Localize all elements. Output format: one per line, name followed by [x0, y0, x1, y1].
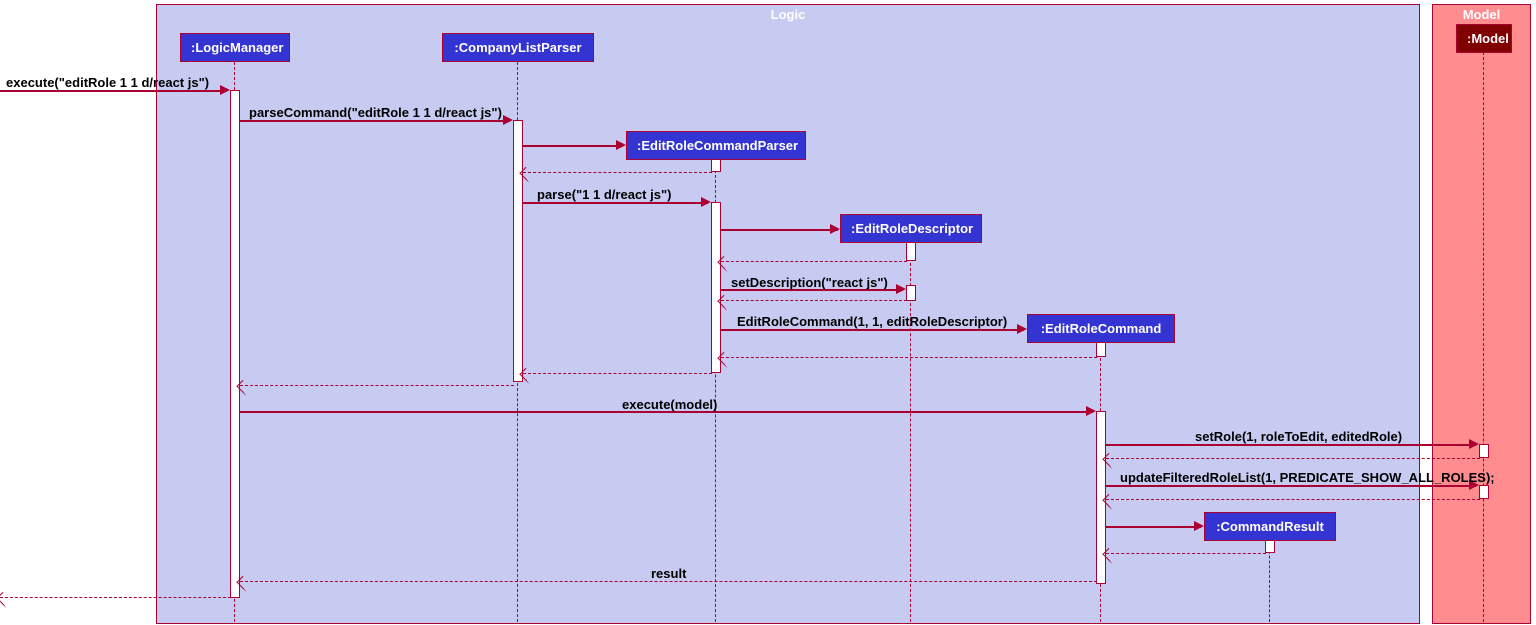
logic-frame-label: Logic — [157, 7, 1419, 22]
activation-logic-manager — [230, 90, 240, 598]
arrow-parse-return — [523, 373, 712, 374]
arrow-m8-return — [1106, 499, 1480, 500]
arrow-create-descriptor-return — [721, 261, 907, 262]
arrowhead-m5 — [1017, 324, 1027, 334]
arrowhead-create-result — [1194, 521, 1204, 531]
arrow-create-parser-return — [523, 172, 712, 173]
participant-edit-role-descriptor: :EditRoleDescriptor — [840, 214, 982, 243]
arrow-m7 — [1106, 444, 1476, 446]
msg-parse-command: parseCommand("editRole 1 1 d/react js") — [249, 105, 502, 120]
arrow-final-return — [0, 597, 231, 598]
model-frame-label: Model — [1433, 7, 1530, 22]
arrowhead-m3 — [701, 197, 711, 207]
arrow-create-descriptor — [721, 229, 838, 231]
msg-set-description: setDescription("react js") — [731, 275, 888, 290]
msg-update-filtered: updateFilteredRoleList(1, PREDICATE_SHOW… — [1120, 470, 1495, 485]
arrow-m9 — [240, 581, 1097, 582]
model-frame: Model — [1432, 4, 1531, 624]
arrow-m1 — [0, 90, 225, 92]
activation-edit-role-command-parser-2 — [711, 202, 721, 373]
msg-execute-model: execute(model) — [622, 397, 717, 412]
arrow-create-parser — [523, 145, 623, 147]
participant-edit-role-command: :EditRoleCommand — [1027, 314, 1175, 343]
msg-execute-1: execute("editRole 1 1 d/react js") — [6, 75, 209, 90]
arrow-create-result-return — [1106, 553, 1266, 554]
participant-model: :Model — [1456, 24, 1512, 53]
activation-model-1 — [1479, 444, 1489, 458]
arrow-parsecommand-return — [240, 385, 514, 386]
participant-company-list-parser: :CompanyListParser — [442, 33, 594, 62]
arrow-m4-return — [721, 300, 907, 301]
msg-parse: parse("1 1 d/react js") — [537, 187, 671, 202]
lifeline-command-result — [1269, 541, 1270, 622]
msg-result: result — [651, 566, 686, 581]
lifeline-model — [1483, 52, 1484, 622]
arrow-m7-return — [1106, 458, 1480, 459]
arrow-m5-return — [721, 357, 1097, 358]
participant-command-result: :CommandResult — [1204, 512, 1336, 541]
activation-edit-role-descriptor-2 — [906, 285, 916, 301]
arrowhead-m6 — [1086, 406, 1096, 416]
msg-edit-role-command: EditRoleCommand(1, 1, editRoleDescriptor… — [737, 314, 1007, 329]
msg-set-role: setRole(1, roleToEdit, editedRole) — [1195, 429, 1402, 444]
activation-company-list-parser — [513, 120, 523, 382]
arrowhead-m1 — [220, 85, 230, 95]
arrowhead-final-return — [0, 592, 13, 608]
arrow-m3 — [523, 202, 708, 204]
arrow-m8 — [1106, 485, 1476, 487]
activation-model-2 — [1479, 485, 1489, 499]
arrowhead-create-parser — [616, 140, 626, 150]
arrow-m2 — [240, 120, 510, 122]
arrow-m5 — [721, 329, 1024, 331]
arrow-create-result — [1106, 526, 1201, 528]
participant-edit-role-command-parser: :EditRoleCommandParser — [626, 131, 806, 160]
participant-logic-manager: :LogicManager — [180, 33, 290, 62]
arrowhead-m7 — [1469, 439, 1479, 449]
arrowhead-create-descriptor — [830, 224, 840, 234]
arrowhead-m2 — [503, 115, 513, 125]
arrowhead-m4 — [896, 284, 906, 294]
